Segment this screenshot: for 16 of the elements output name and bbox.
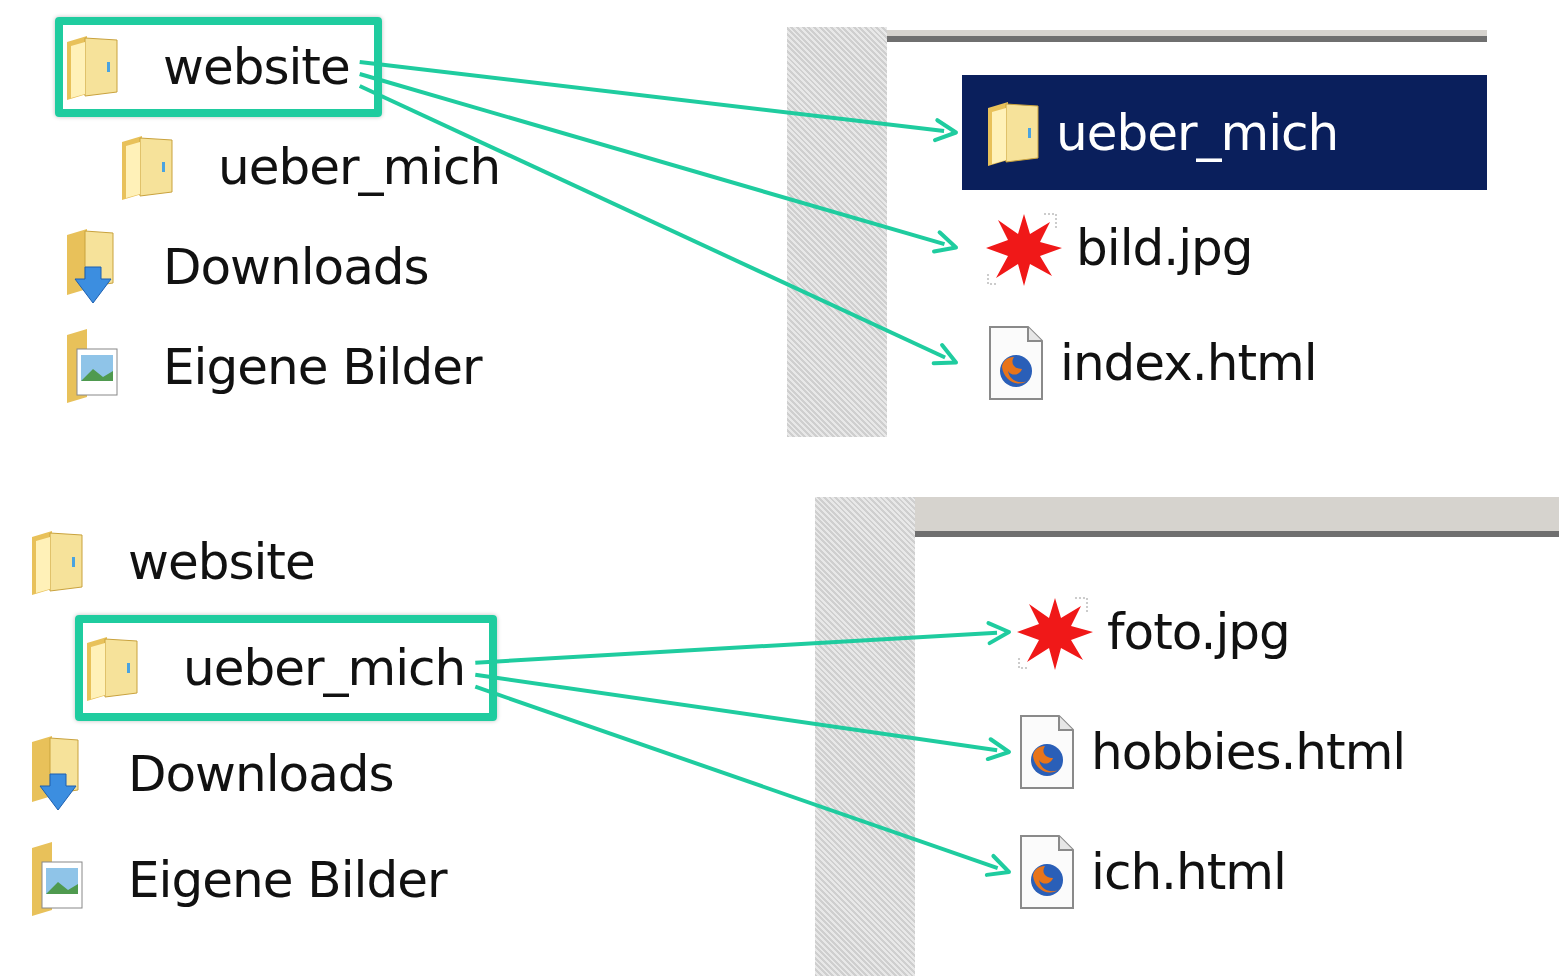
tree-item[interactable]: Downloads: [20, 721, 426, 827]
file-item[interactable]: ich.html: [1015, 812, 1559, 932]
tree-item[interactable]: ueber_mich: [110, 117, 533, 217]
pane-splitter[interactable]: [815, 497, 915, 976]
tree-item[interactable]: Downloads: [55, 217, 461, 317]
file-item[interactable]: ueber_mich: [962, 75, 1487, 190]
file-item[interactable]: bild.jpg: [962, 190, 1487, 305]
file-item[interactable]: foto.jpg: [1015, 572, 1559, 692]
tree-item[interactable]: Eigene Bilder: [55, 317, 514, 417]
tree-item[interactable]: website: [20, 509, 347, 615]
tree-item[interactable]: website: [55, 17, 382, 117]
tree-item[interactable]: ueber_mich: [75, 615, 498, 721]
pane-splitter[interactable]: [787, 27, 887, 437]
tree-item[interactable]: Eigene Bilder: [20, 827, 479, 933]
file-item[interactable]: index.html: [962, 305, 1487, 420]
file-item[interactable]: hobbies.html: [1015, 692, 1559, 812]
